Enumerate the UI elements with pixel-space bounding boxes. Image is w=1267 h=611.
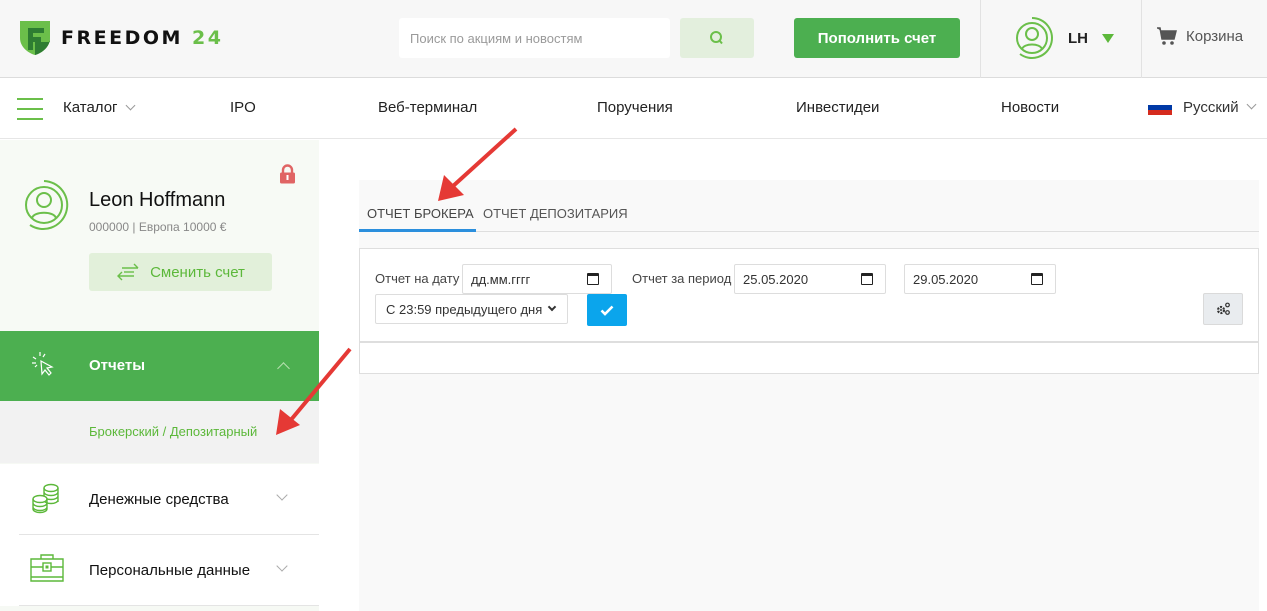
sidebar-item-personal-data[interactable]: Персональные данные <box>0 535 319 606</box>
divider <box>980 0 981 78</box>
period-from-value: 25.05.2020 <box>743 271 809 287</box>
chevron-down-icon <box>276 489 288 501</box>
nav-invest-ideas[interactable]: Инвестидеи <box>796 99 879 116</box>
sidebar-item-label: Отчеты <box>89 357 146 374</box>
tab-depository-report[interactable]: ОТЧЕТ ДЕПОЗИТАРИЯ <box>483 206 628 221</box>
logo-text: FREEDOM 24 <box>61 27 223 49</box>
report-date-input[interactable]: дд.мм.гггг <box>462 264 612 294</box>
switch-account-label: Сменить счет <box>150 263 245 281</box>
sidebar-item-funds[interactable]: Денежные средства <box>0 464 319 535</box>
profile-avatar-icon <box>25 180 69 230</box>
cart-icon <box>1157 27 1177 45</box>
profile-card: Leon Hoffmann 000000 | Европа 10000 € См… <box>0 140 319 331</box>
time-option-value: С 23:59 предыдущего дня <box>386 301 543 317</box>
report-period-label: Отчет за период <box>632 271 732 286</box>
briefcase-icon <box>30 554 64 582</box>
search-input[interactable] <box>399 18 670 58</box>
user-name: Leon Hoffmann <box>89 189 226 211</box>
report-filter-panel: Отчет на дату дд.мм.гггг Отчет за период… <box>359 248 1259 342</box>
report-tabs: ОТЧЕТ БРОКЕРА ОТЧЕТ ДЕПОЗИТАРИЯ <box>359 195 1259 232</box>
apply-button[interactable] <box>587 294 627 326</box>
nav-ipo[interactable]: IPO <box>230 99 256 116</box>
user-menu[interactable]: LH <box>1010 16 1114 60</box>
topup-account-button[interactable]: Пополнить счет <box>794 18 960 58</box>
chevron-down-icon <box>1246 99 1257 110</box>
gears-icon <box>1216 302 1230 315</box>
logo-word: FREEDOM <box>61 27 183 49</box>
calendar-icon[interactable] <box>1031 273 1043 285</box>
calendar-icon[interactable] <box>861 273 873 285</box>
reports-submenu: Брокерский / Депозитарный <box>0 401 319 463</box>
cart-link[interactable]: Корзина <box>1156 26 1243 46</box>
nav-catalog[interactable]: Каталог <box>63 99 135 116</box>
time-option-select[interactable]: С 23:59 предыдущего дня <box>375 294 568 324</box>
active-tab-indicator <box>359 229 476 232</box>
nav-catalog-label: Каталог <box>63 99 118 116</box>
switch-account-button[interactable]: Сменить счет <box>89 253 272 291</box>
top-bar: FREEDOM 24 Пополнить счет LH Корзина <box>0 0 1267 78</box>
report-result-panel <box>359 342 1259 374</box>
language-label: Русский <box>1183 99 1239 116</box>
swap-arrows-icon <box>117 263 139 281</box>
settings-button[interactable] <box>1203 293 1243 325</box>
period-to-input[interactable]: 29.05.2020 <box>904 264 1056 294</box>
sidebar-item-label: Денежные средства <box>89 491 229 508</box>
language-selector[interactable]: Русский <box>1148 99 1257 116</box>
cart-label: Корзина <box>1186 27 1244 45</box>
account-info: 000000 | Европа 10000 € <box>89 220 227 234</box>
coins-icon <box>32 483 59 514</box>
chevron-down-icon <box>547 302 557 312</box>
main-nav: Каталог IPO Веб-терминал Поручения Инвес… <box>0 79 1267 139</box>
user-initials: LH <box>1068 29 1088 47</box>
russia-flag-icon <box>1148 99 1172 116</box>
divider <box>1141 0 1142 78</box>
period-to-value: 29.05.2020 <box>913 271 979 287</box>
hamburger-menu-icon[interactable] <box>17 98 43 120</box>
caret-down-icon <box>1102 33 1114 43</box>
search-icon <box>710 31 723 45</box>
chevron-down-icon <box>276 560 288 572</box>
sidebar: Leon Hoffmann 000000 | Европа 10000 € См… <box>0 140 319 611</box>
shield-logo-icon <box>20 21 50 55</box>
lock-icon[interactable] <box>279 164 296 184</box>
nav-orders[interactable]: Поручения <box>597 99 673 116</box>
calendar-icon[interactable] <box>587 273 599 285</box>
report-date-placeholder: дд.мм.гггг <box>471 271 531 287</box>
freedom24-logo[interactable]: FREEDOM 24 <box>19 20 223 56</box>
nav-web-terminal[interactable]: Веб-терминал <box>378 99 477 116</box>
chevron-up-icon <box>277 362 290 375</box>
sidebar-item-label: Персональные данные <box>89 562 251 579</box>
user-avatar-icon <box>1016 17 1053 59</box>
divider <box>19 605 319 606</box>
submenu-broker-depository[interactable]: Брокерский / Депозитарный <box>89 424 257 439</box>
sidebar-item-reports[interactable]: Отчеты <box>0 331 319 401</box>
logo-number: 24 <box>192 27 224 49</box>
checkmark-icon <box>600 305 614 316</box>
report-date-label: Отчет на дату <box>375 271 460 286</box>
period-from-input[interactable]: 25.05.2020 <box>734 264 886 294</box>
nav-news[interactable]: Новости <box>1001 99 1059 116</box>
search-button[interactable] <box>680 18 754 58</box>
tab-broker-report[interactable]: ОТЧЕТ БРОКЕРА <box>367 206 474 221</box>
report-content-area <box>359 180 1259 611</box>
cursor-click-icon <box>32 352 54 376</box>
chevron-down-icon <box>125 100 135 111</box>
